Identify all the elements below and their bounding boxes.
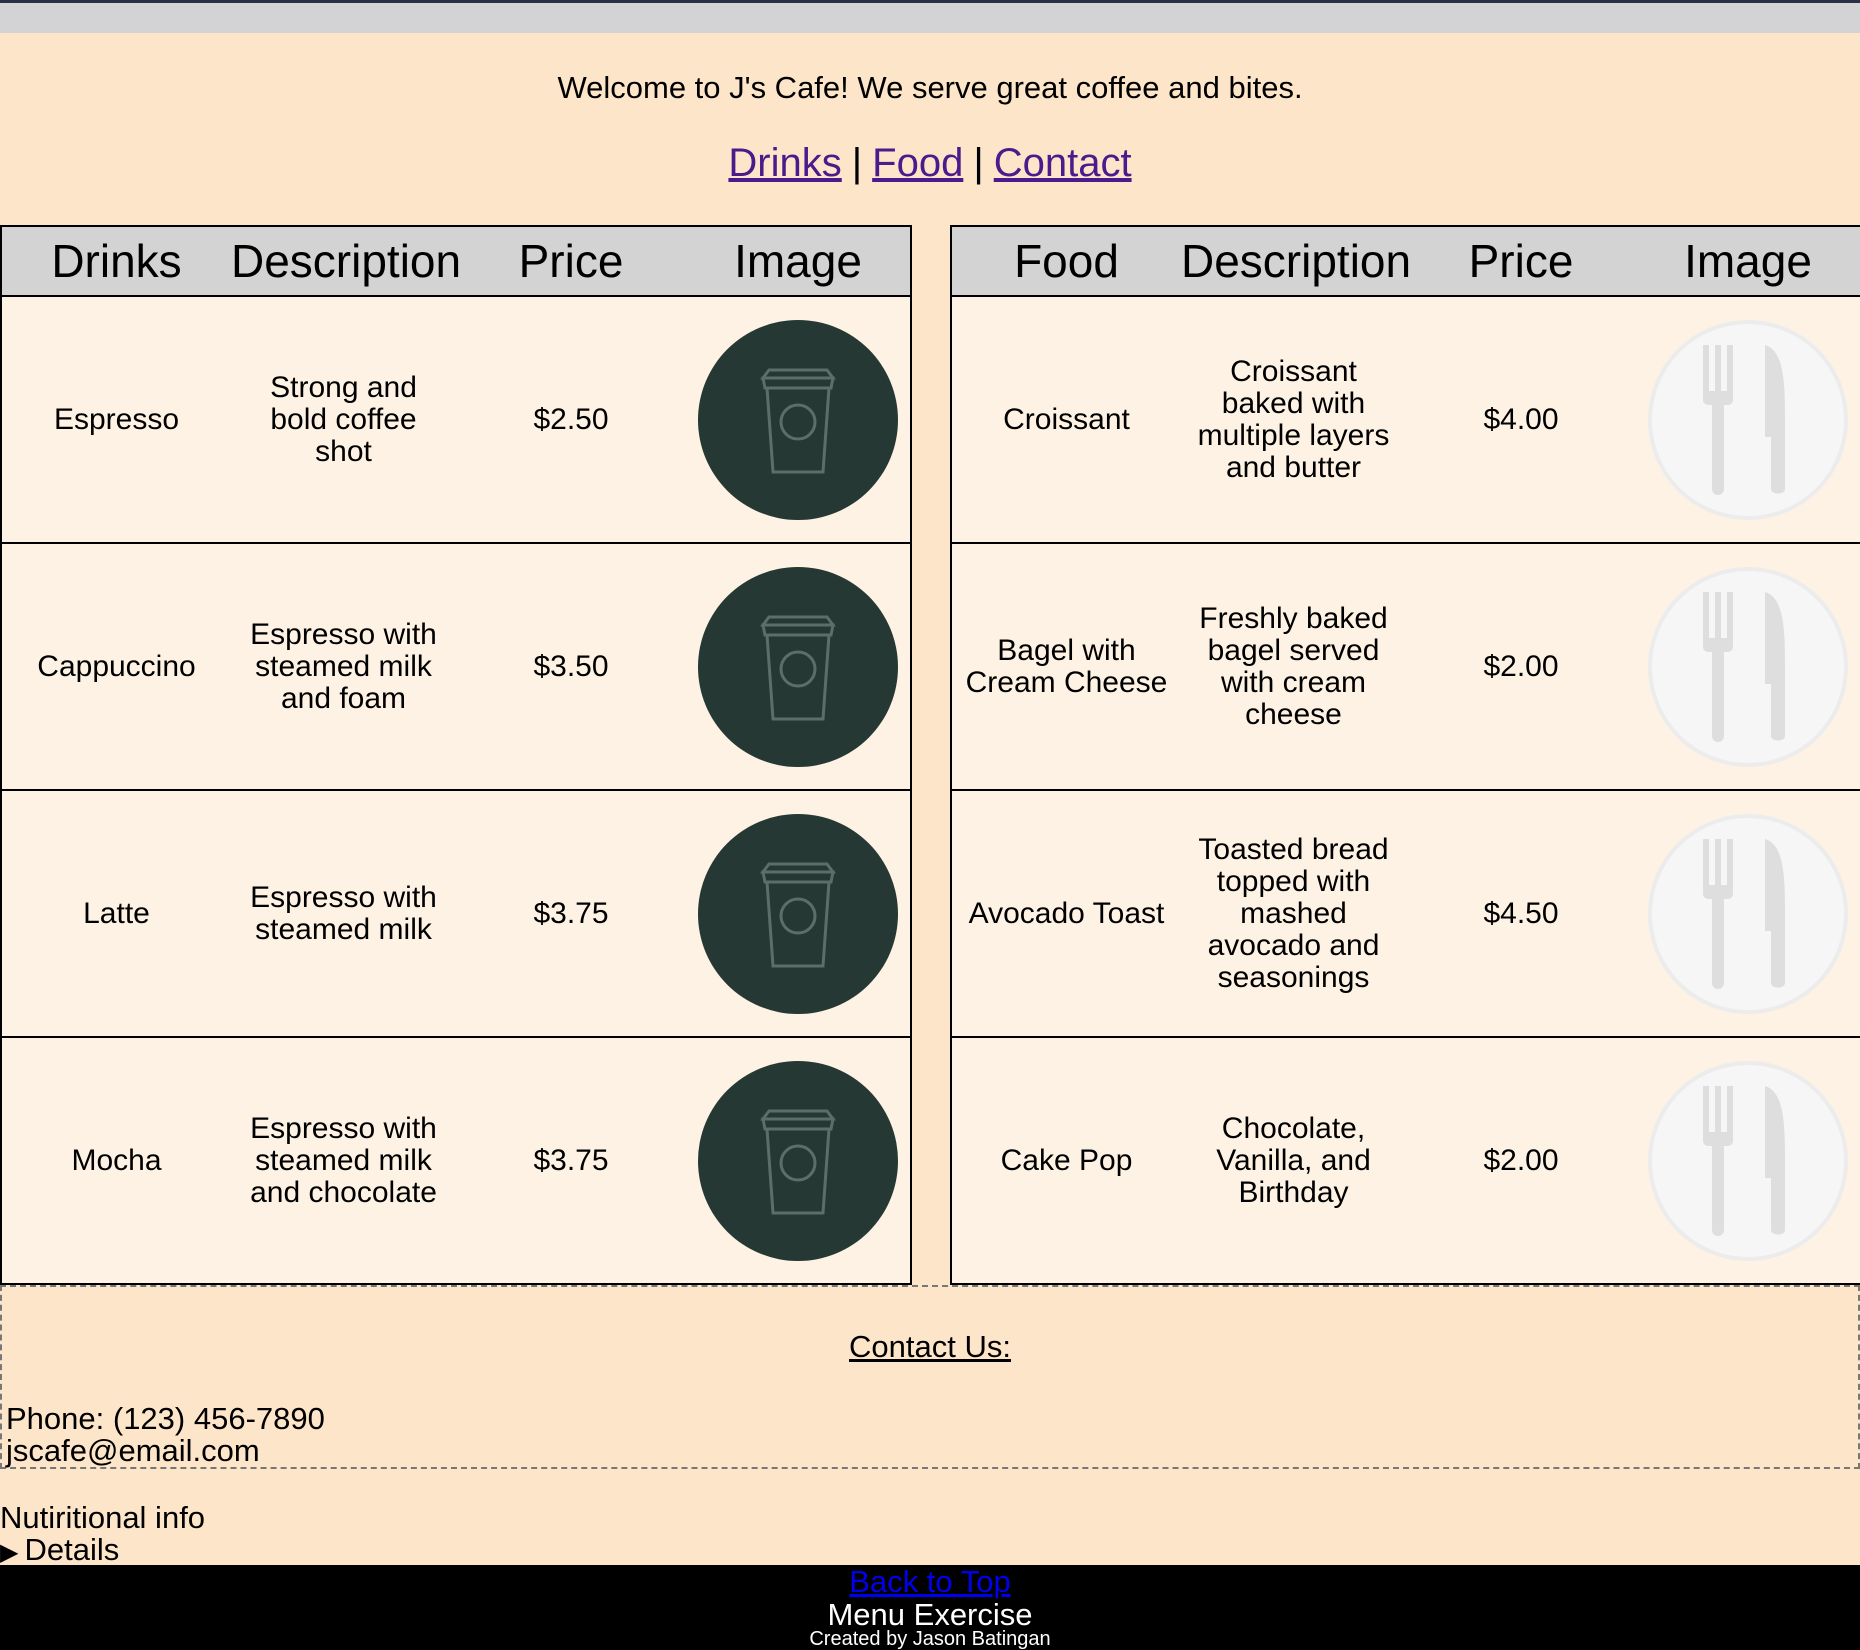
item-name: Bagel with Cream Cheese	[951, 543, 1181, 791]
item-name: Latte	[1, 790, 231, 1038]
contact-title: Contact Us:	[849, 1329, 1011, 1364]
item-name: Espresso	[1, 296, 231, 544]
item-description: Espresso with steamed milk	[231, 790, 456, 1038]
nav-link-drinks[interactable]: Drinks	[728, 141, 841, 185]
item-description: Espresso with steamed milk and foam	[231, 543, 456, 791]
fork-knife-icon	[1648, 319, 1848, 520]
table-row: Latte Espresso with steamed milk $3.75	[1, 790, 911, 1038]
table-row: Croissant Croissant baked with multiple …	[951, 296, 1860, 544]
column-header: Price	[456, 226, 686, 297]
footer-credit: Created by Jason Batingan	[809, 1628, 1051, 1650]
column-header: Price	[1406, 226, 1636, 297]
item-image-cell	[1636, 296, 1860, 544]
table-row: Cappuccino Espresso with steamed milk an…	[1, 543, 911, 791]
details-toggle[interactable]: ▶ Details	[0, 1532, 119, 1568]
footer: Back to Top Menu Exercise Created by Jas…	[0, 1565, 1860, 1650]
food-table: Food Description Price Image Croissant C…	[950, 225, 1860, 1285]
item-price: $2.00	[1406, 543, 1636, 791]
nutrition-label: Nutiritional info	[0, 1500, 206, 1535]
column-header: Image	[686, 226, 911, 297]
details-label: Details	[24, 1532, 120, 1567]
table-row: Mocha Espresso with steamed milk and cho…	[1, 1037, 911, 1284]
nav-separator: |	[851, 141, 863, 185]
back-to-top-wrap: Back to Top	[0, 1565, 1860, 1599]
column-header: Description	[231, 226, 461, 297]
item-image-cell	[686, 790, 911, 1038]
fork-knife-icon	[1648, 1060, 1848, 1261]
item-image-cell	[686, 543, 911, 791]
drinks-table: Drinks Description Price Image Espresso …	[0, 225, 912, 1285]
coffee-cup-icon	[698, 813, 898, 1014]
item-price: $2.00	[1406, 1037, 1636, 1284]
item-description: Croissant baked with multiple layers and…	[1181, 296, 1406, 544]
coffee-cup-icon	[698, 319, 898, 520]
coffee-cup-icon	[698, 1060, 898, 1261]
item-name: Cappuccino	[1, 543, 231, 791]
item-price: $4.00	[1406, 296, 1636, 544]
coffee-cup-icon	[698, 566, 898, 767]
nav-links: Drinks | Food | Contact	[0, 141, 1860, 186]
item-description: Espresso with steamed milk and chocolate	[231, 1037, 456, 1284]
column-header: Description	[1181, 226, 1411, 297]
welcome-text: Welcome to J's Cafe! We serve great coff…	[557, 70, 1303, 105]
table-header-row: Drinks Description Price Image	[1, 226, 911, 297]
contact-email: jscafe@email.com	[6, 1433, 260, 1468]
item-price: $4.50	[1406, 790, 1636, 1038]
item-description: Freshly baked bagel served with cream ch…	[1181, 543, 1406, 791]
fork-knife-icon	[1648, 813, 1848, 1014]
contact-phone: Phone: (123) 456-7890	[6, 1401, 325, 1436]
column-header: Image	[1636, 226, 1860, 297]
disclosure-triangle-icon: ▶	[0, 1539, 19, 1566]
item-name: Cake Pop	[951, 1037, 1181, 1284]
top-strip	[0, 0, 1860, 33]
nav-link-food[interactable]: Food	[872, 141, 963, 185]
nav-link-contact[interactable]: Contact	[994, 141, 1132, 185]
item-image-cell	[1636, 1037, 1860, 1284]
item-description: Toasted bread topped with mashed avocado…	[1181, 790, 1406, 1038]
item-image-cell	[1636, 543, 1860, 791]
table-row: Cake Pop Chocolate, Vanilla, and Birthda…	[951, 1037, 1860, 1284]
item-name: Mocha	[1, 1037, 231, 1284]
item-image-cell	[686, 1037, 911, 1284]
table-row: Espresso Strong and bold coffee shot $2.…	[1, 296, 911, 544]
item-price: $2.50	[456, 296, 686, 544]
item-description: Strong and bold coffee shot	[231, 296, 456, 544]
table-header-row: Food Description Price Image	[951, 226, 1860, 297]
column-header: Drinks	[1, 226, 231, 297]
item-price: $3.75	[456, 790, 686, 1038]
footer-title: Menu Exercise	[827, 1597, 1033, 1632]
column-header: Food	[951, 226, 1181, 297]
table-row: Bagel with Cream Cheese Freshly baked ba…	[951, 543, 1860, 791]
item-price: $3.50	[456, 543, 686, 791]
fork-knife-icon	[1648, 566, 1848, 767]
item-image-cell	[686, 296, 911, 544]
table-row: Avocado Toast Toasted bread topped with …	[951, 790, 1860, 1038]
item-name: Croissant	[951, 296, 1181, 544]
item-name: Avocado Toast	[951, 790, 1181, 1038]
item-image-cell	[1636, 790, 1860, 1038]
item-price: $3.75	[456, 1037, 686, 1284]
item-description: Chocolate, Vanilla, and Birthday	[1181, 1037, 1406, 1284]
contact-section: Contact Us: Phone: (123) 456-7890 jscafe…	[0, 1285, 1860, 1469]
nav-separator: |	[973, 141, 984, 185]
back-to-top-link[interactable]: Back to Top	[849, 1564, 1010, 1599]
